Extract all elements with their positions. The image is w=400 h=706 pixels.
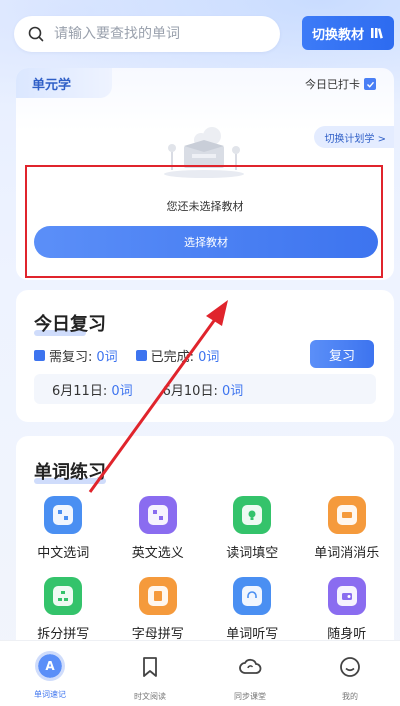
switch-book-label: 切换教材 (311, 27, 364, 43)
grid-icon (138, 496, 177, 534)
practice-grid: 中文选词 英文选义 读词填空 单词消消乐 拆分拼写 字母拼写 单词听写 随身听 (16, 496, 394, 642)
review-stats: 需复习: 0词 已完成: 0词 (34, 346, 237, 365)
switch-book-button[interactable]: 切换教材 (302, 16, 394, 50)
checkin-label: 今日已打卡 (305, 78, 360, 91)
unit-tab-label: 单元学 (32, 77, 72, 93)
active-badge-letter: A (45, 659, 55, 673)
practice-title: 单词练习 (34, 462, 106, 483)
nav-label: 同步课堂 (234, 692, 266, 701)
word-icon: A (35, 651, 65, 681)
practice-english-choose-meaning[interactable]: 英文选义 (111, 496, 206, 561)
books-icon (371, 28, 383, 39)
select-book-label: 选择教材 (184, 236, 228, 249)
review-date-row: 6月11日: 0词 6月10日: 0词 (34, 374, 376, 404)
done-stat: 已完成: 0词 (135, 346, 220, 365)
practice-item-label: 单词消消乐 (314, 546, 380, 561)
practice-word-match-game[interactable]: 单词消消乐 (300, 496, 395, 561)
tree-icon (44, 577, 83, 615)
headphone-icon (233, 577, 272, 615)
practice-read-fill-blank[interactable]: 读词填空 (205, 496, 300, 561)
nav-item-reading[interactable]: 时文阅读 (100, 641, 200, 706)
letters-icon (138, 577, 177, 615)
review-button-label: 复习 (328, 348, 355, 364)
date-item: 6月10日: 0词 (163, 380, 244, 399)
need-review-stat: 需复习: 0词 (34, 346, 118, 365)
nav-label: 时文阅读 (134, 692, 166, 701)
smile-icon (340, 657, 360, 677)
practice-listen-on-the-go[interactable]: 随身听 (300, 577, 395, 642)
review-button[interactable]: 复习 (310, 340, 374, 368)
need-review-value: 0词 (96, 350, 118, 365)
practice-chinese-choose-word[interactable]: 中文选词 (16, 496, 111, 561)
practice-item-label: 英文选义 (131, 546, 184, 561)
checked-icon (364, 78, 376, 90)
done-label: 已完成: (150, 350, 195, 365)
date-value: 0词 (221, 383, 244, 399)
done-value: 0词 (198, 350, 220, 365)
unit-tab[interactable]: 单元学 (16, 68, 112, 98)
date-item: 6月11日: 0词 (52, 380, 133, 399)
practice-item-label: 读词填空 (226, 546, 279, 561)
nav-item-profile[interactable]: 我的 (300, 641, 400, 706)
grid-icon (44, 496, 83, 534)
practice-card: 单词练习 中文选词 英文选义 读词填空 单词消消乐 拆分拼写 字母拼写 单词听写 (16, 436, 394, 646)
bookmark-icon (143, 657, 157, 677)
switch-plan-label: 切换计划学 > (324, 133, 386, 145)
check-icon (135, 350, 147, 361)
bottom-navigation: A 单词速记 时文阅读 同步课堂 我的 (0, 640, 400, 706)
empty-box-illustration-icon (164, 127, 244, 178)
puzzle-icon (327, 496, 366, 534)
date-label: 6月11日: (52, 383, 108, 399)
date-label: 6月10日: (162, 383, 218, 399)
date-value: 0词 (111, 383, 133, 399)
search-bar[interactable] (14, 16, 280, 52)
checkin-status[interactable]: 今日已打卡 (305, 76, 376, 92)
radio-icon (327, 577, 366, 615)
search-icon (28, 26, 44, 42)
practice-split-spelling[interactable]: 拆分拼写 (16, 577, 111, 642)
folder-icon (34, 350, 45, 361)
unit-card: 单元学 今日已打卡 切换计划学 > 您还未选择教材 选择教材 (16, 68, 394, 280)
nav-label: 我的 (342, 692, 358, 701)
search-input[interactable] (54, 26, 254, 42)
empty-message: 您还未选择教材 (166, 200, 244, 213)
select-book-button[interactable]: 选择教材 (34, 226, 378, 258)
bulb-icon (233, 496, 272, 534)
nav-label: 单词速记 (34, 690, 66, 699)
review-title: 今日复习 (34, 314, 106, 335)
need-review-label: 需复习: (49, 350, 93, 365)
nav-item-sync-class[interactable]: 同步课堂 (200, 641, 300, 706)
practice-item-label: 中文选词 (37, 546, 90, 561)
nav-item-word-memorize[interactable]: A 单词速记 (0, 641, 100, 706)
switch-plan-button[interactable]: 切换计划学 > (314, 126, 394, 148)
practice-dictation[interactable]: 单词听写 (205, 577, 300, 642)
practice-letter-spelling[interactable]: 字母拼写 (111, 577, 206, 642)
review-card: 今日复习 需复习: 0词 已完成: 0词 复习 6月11日: 0词 6月10日:… (16, 290, 394, 422)
cloud-icon (239, 658, 262, 674)
